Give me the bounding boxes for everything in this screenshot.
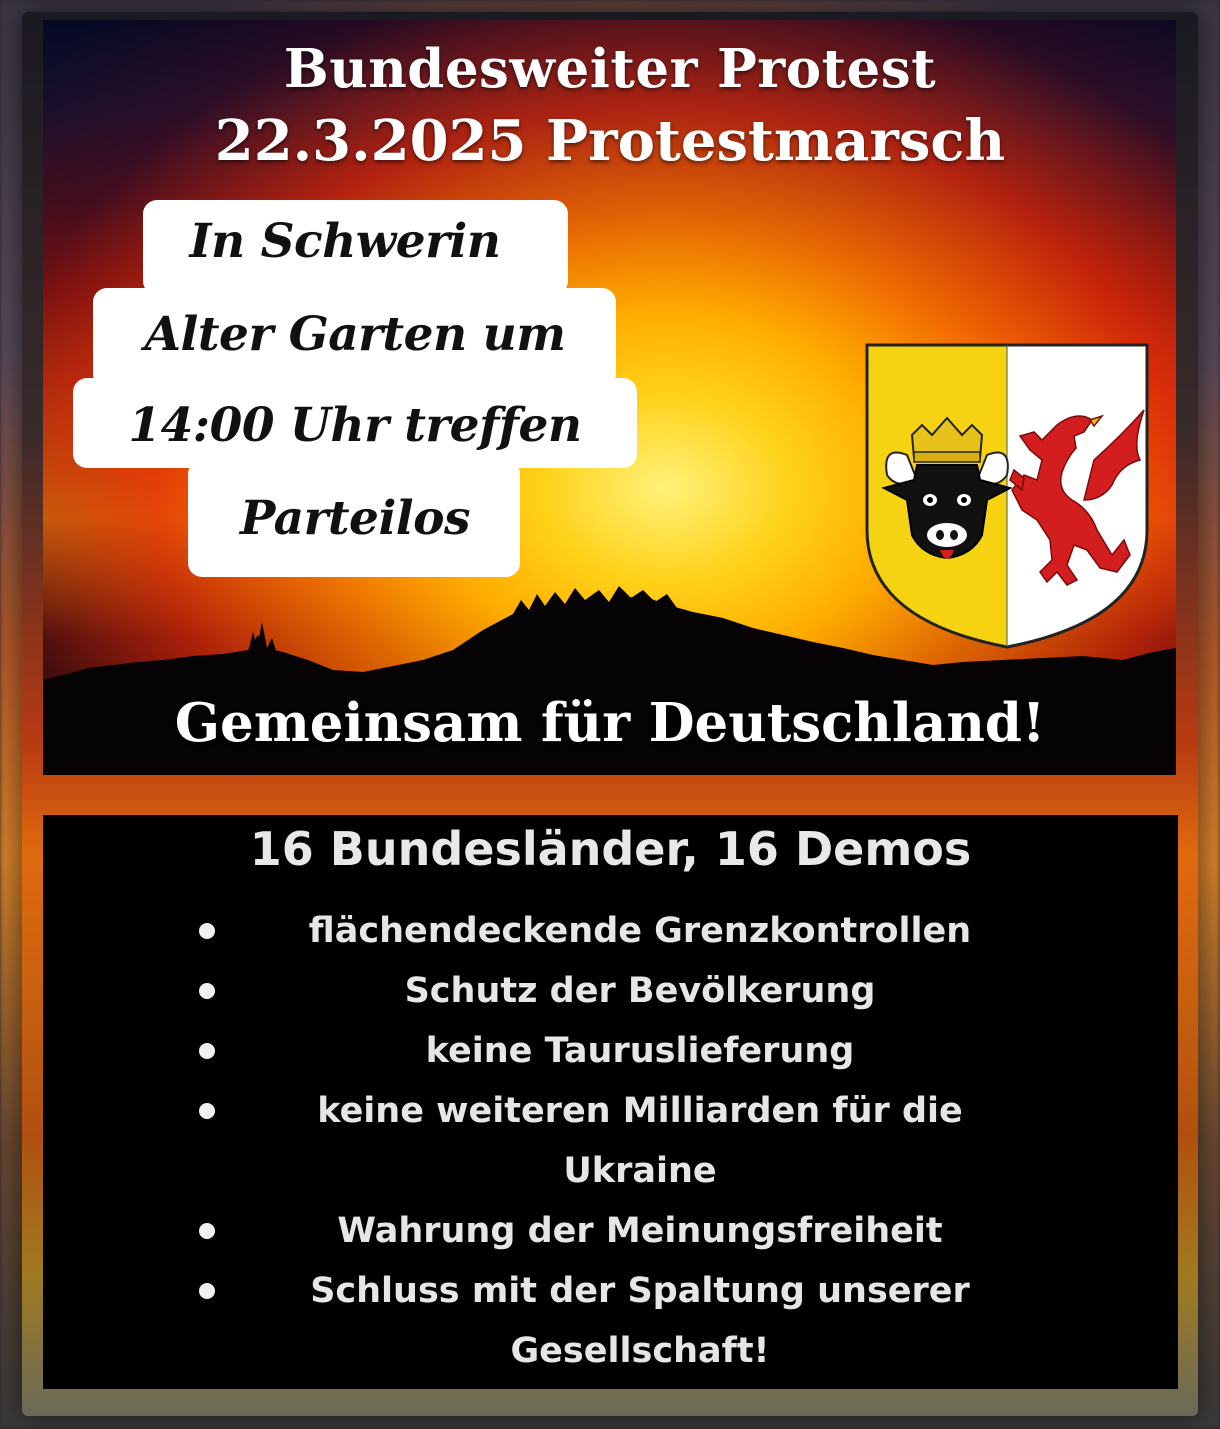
demand-item: keine weiteren Milliarden für die: [317, 1091, 963, 1131]
meeting-time: 14:00 Uhr treffen: [128, 398, 582, 453]
location-place: Alter Garten um: [144, 307, 566, 362]
bullet: [199, 1103, 215, 1119]
slogan: Gemeinsam für Deutschland!: [174, 692, 1046, 754]
location-city: In Schwerin: [189, 214, 501, 269]
title-line-2: 22.3.2025 Protestmarsch: [214, 108, 1006, 174]
demand-item: Schluss mit der Spaltung unserer: [310, 1271, 970, 1311]
bullet: [199, 923, 215, 939]
coat-of-arms: [865, 343, 1149, 649]
party-affiliation: Parteilos: [240, 491, 470, 546]
demand-item: keine Tauruslieferung: [425, 1031, 855, 1071]
demand-item: flächendeckende Grenzkontrollen: [308, 911, 972, 951]
demand-item-continued: Gesellschaft!: [510, 1331, 770, 1371]
bullet: [199, 1043, 215, 1059]
title-line-1: Bundesweiter Protest: [283, 38, 937, 100]
bullet: [199, 983, 215, 999]
demand-item: Schutz der Bevölkerung: [404, 971, 876, 1011]
demand-item: Wahrung der Meinungsfreiheit: [337, 1211, 943, 1251]
bullet: [199, 1223, 215, 1239]
demands-heading: 16 Bundesländer, 16 Demos: [249, 822, 972, 876]
bullet: [199, 1283, 215, 1299]
demand-item-continued: Ukraine: [563, 1151, 717, 1191]
